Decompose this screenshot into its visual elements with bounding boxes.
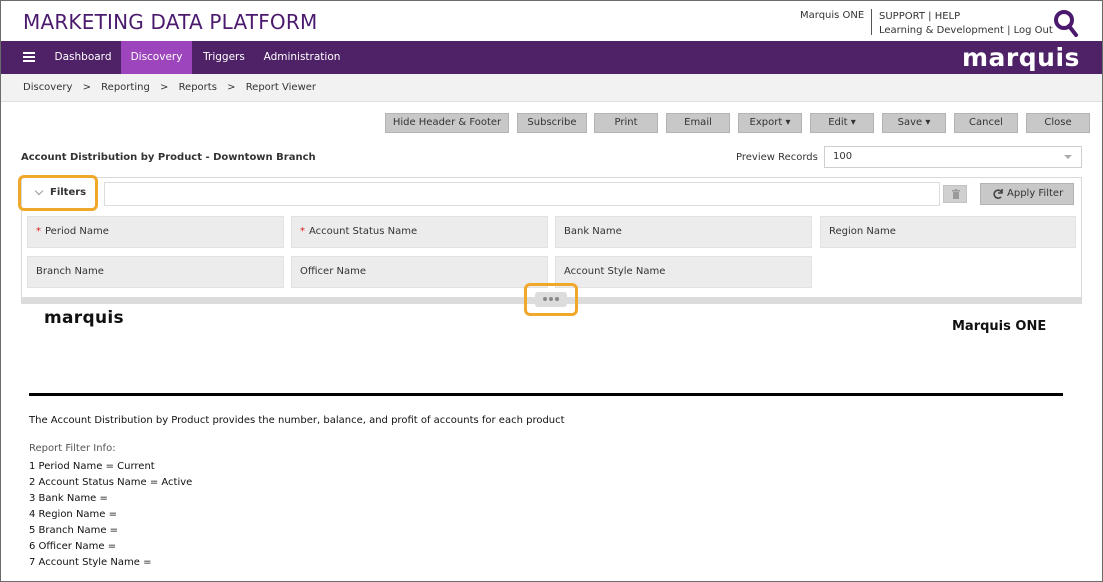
subscribe-button[interactable]: Subscribe <box>517 113 587 133</box>
support-link[interactable]: SUPPORT <box>879 11 925 22</box>
report-divider <box>29 393 1063 396</box>
preview-records-label: Preview Records <box>736 152 818 163</box>
filter-label: Account Status Name <box>309 226 418 237</box>
filter-period-name[interactable]: * Period Name <box>27 216 284 248</box>
filter-info-item: 4 Region Name = <box>29 509 118 520</box>
filter-region-name[interactable]: Region Name <box>820 216 1076 248</box>
filter-panel: Filters Apply Filter * Period Name * Accou… <box>18 175 1082 316</box>
report-logo: marquis <box>44 308 124 328</box>
link-separator: | <box>928 11 932 22</box>
filter-summary-field[interactable] <box>104 182 940 206</box>
filters-label: Filters <box>50 187 87 198</box>
dot-icon <box>549 297 553 301</box>
breadcrumb-reporting[interactable]: Reporting <box>101 82 150 93</box>
main-nav: Dashboard Discovery Triggers Administrat… <box>1 41 1102 74</box>
filter-info-item: 6 Officer Name = <box>29 541 117 552</box>
filter-branch-name[interactable]: Branch Name <box>27 256 284 288</box>
report-description: The Account Distribution by Product prov… <box>29 415 565 426</box>
edit-button[interactable]: Edit ▾ <box>810 113 874 133</box>
breadcrumb-separator: > <box>82 82 91 93</box>
apply-filter-button[interactable]: Apply Filter <box>980 183 1074 205</box>
chevron-down-icon <box>34 186 44 196</box>
filter-info-item: 1 Period Name = Current <box>29 461 155 472</box>
preview-records-select[interactable]: 100 <box>824 146 1082 168</box>
dot-icon <box>555 297 559 301</box>
nav-administration[interactable]: Administration <box>256 41 348 74</box>
save-label: Save <box>897 117 923 128</box>
print-button[interactable]: Print <box>594 113 658 133</box>
filter-info-list: 1 Period Name = Current 2 Account Status… <box>29 459 192 571</box>
clear-filters-button[interactable] <box>943 185 967 203</box>
dot-icon <box>543 297 547 301</box>
filter-info-item: 2 Account Status Name = Active <box>29 477 193 488</box>
trash-icon <box>952 189 960 199</box>
breadcrumb-reports[interactable]: Reports <box>179 82 217 93</box>
filter-info-item: 3 Bank Name = <box>29 493 108 504</box>
search-icon[interactable] <box>1053 9 1079 37</box>
cancel-button[interactable]: Cancel <box>954 113 1018 133</box>
filter-label: Region Name <box>829 226 896 237</box>
edit-label: Edit <box>828 117 848 128</box>
filter-label: Account Style Name <box>564 266 666 277</box>
apply-filter-label: Apply Filter <box>1007 188 1064 199</box>
export-button[interactable]: Export ▾ <box>738 113 802 133</box>
nav-discovery[interactable]: Discovery <box>121 41 192 74</box>
required-marker: * <box>36 226 41 237</box>
hide-header-footer-button[interactable]: Hide Header & Footer <box>385 113 509 133</box>
breadcrumb-discovery[interactable]: Discovery <box>23 82 72 93</box>
refresh-icon <box>993 189 1003 199</box>
app-title: MARKETING DATA PLATFORM <box>23 10 318 34</box>
user-name: Marquis ONE <box>800 10 865 21</box>
filter-info-item: 5 Branch Name = <box>29 525 119 536</box>
top-header: MARKETING DATA PLATFORM Marquis ONE SUPP… <box>1 1 1102 41</box>
help-link[interactable]: HELP <box>935 11 960 22</box>
save-button[interactable]: Save ▾ <box>882 113 946 133</box>
email-button[interactable]: Email <box>666 113 730 133</box>
preview-records-value: 100 <box>833 151 853 162</box>
filters-toggle[interactable]: Filters <box>26 182 96 204</box>
export-label: Export <box>749 117 783 128</box>
more-options-button[interactable] <box>535 292 567 307</box>
report-brand-title: Marquis ONE <box>952 319 1047 334</box>
caret-down-icon: ▾ <box>850 117 856 128</box>
caret-down-icon: ▾ <box>925 117 931 128</box>
breadcrumb-separator: > <box>227 82 236 93</box>
breadcrumb-separator: > <box>159 82 169 93</box>
header-divider <box>871 9 872 35</box>
nav-triggers[interactable]: Triggers <box>194 41 254 74</box>
learning-link[interactable]: Learning & Development <box>879 25 1004 36</box>
filter-officer-name[interactable]: Officer Name <box>291 256 548 288</box>
menu-icon[interactable] <box>23 52 35 62</box>
breadcrumb: Discovery > Reporting > Reports > Report… <box>1 74 1102 102</box>
filter-info-title: Report Filter Info: <box>29 443 116 454</box>
filter-info-item: 7 Account Style Name = <box>29 557 152 568</box>
chevron-down-icon <box>1064 155 1072 159</box>
nav-dashboard[interactable]: Dashboard <box>46 41 120 74</box>
required-marker: * <box>300 226 305 237</box>
filter-bank-name[interactable]: Bank Name <box>555 216 812 248</box>
caret-down-icon: ▾ <box>785 117 791 128</box>
header-links: SUPPORT | HELP Learning & Development | … <box>879 10 1053 38</box>
brand-logo: marquis <box>962 43 1080 72</box>
close-button[interactable]: Close <box>1026 113 1090 133</box>
breadcrumb-report-viewer: Report Viewer <box>245 82 317 93</box>
filter-label: Officer Name <box>300 266 366 277</box>
filter-label: Period Name <box>45 226 109 237</box>
filter-account-style-name[interactable]: Account Style Name <box>555 256 812 288</box>
filter-account-status-name[interactable]: * Account Status Name <box>291 216 548 248</box>
filter-label: Branch Name <box>36 266 104 277</box>
report-title: Account Distribution by Product - Downto… <box>21 152 316 163</box>
filter-label: Bank Name <box>564 226 622 237</box>
logout-link[interactable]: Log Out <box>1014 25 1053 36</box>
link-separator: | <box>1007 25 1011 36</box>
